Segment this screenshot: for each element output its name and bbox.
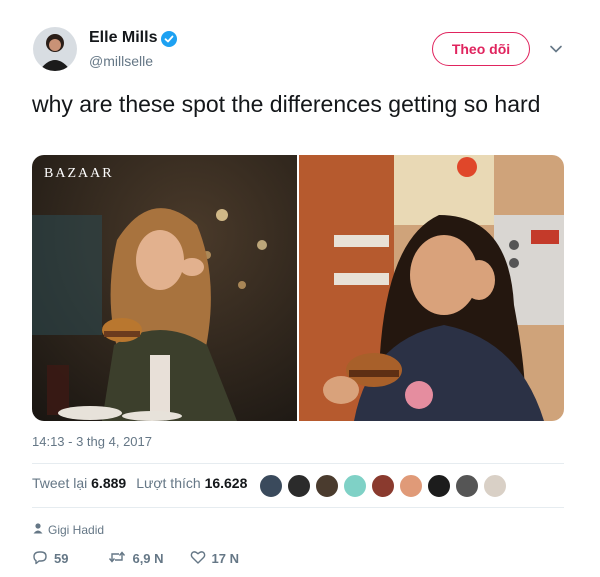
retweets-label: Tweet lại	[32, 475, 88, 491]
retweets-count: 6.889	[91, 475, 127, 491]
follow-button[interactable]: Theo dõi	[432, 32, 530, 66]
tweet-stats: Tweet lại 6.889 Lượt thích 16.628	[32, 475, 247, 491]
author-name[interactable]: Elle Mills	[89, 29, 157, 47]
person-icon	[32, 522, 44, 537]
tweet-timestamp[interactable]: 14:13 - 3 thg 4, 2017	[32, 434, 152, 449]
photo-watermark: BAZAAR	[44, 166, 114, 181]
tweet-photo-right[interactable]	[299, 155, 564, 421]
like-count: 17 N	[211, 551, 240, 566]
retweet-count: 6,9 N	[132, 551, 164, 566]
tweet-text: why are these spot the differences getti…	[32, 91, 541, 117]
divider	[32, 507, 564, 508]
tagged-person-name: Gigi Hadid	[48, 522, 105, 537]
heart-icon	[190, 549, 206, 568]
liker-avatar[interactable]	[455, 474, 479, 498]
verified-icon	[161, 31, 177, 47]
liker-avatar[interactable]	[343, 474, 367, 498]
reply-icon	[32, 549, 48, 568]
tweet-photo-left[interactable]: BAZAAR	[32, 155, 297, 421]
liker-avatar[interactable]	[315, 474, 339, 498]
liker-avatar[interactable]	[287, 474, 311, 498]
likes-count: 16.628	[204, 475, 248, 491]
retweet-icon	[108, 549, 126, 568]
divider	[32, 463, 564, 464]
retweets-stat[interactable]: Tweet lại 6.889	[32, 475, 126, 491]
liker-avatar[interactable]	[371, 474, 395, 498]
likers-avatars	[259, 474, 507, 498]
liker-avatar[interactable]	[259, 474, 283, 498]
reply-count: 59	[54, 551, 69, 566]
likes-stat[interactable]: Lượt thích 16.628	[136, 475, 247, 491]
chevron-down-icon[interactable]	[549, 42, 563, 56]
liker-avatar[interactable]	[427, 474, 451, 498]
liker-avatar[interactable]	[399, 474, 423, 498]
tweet-actions: 59 6,9 N 17 N	[32, 549, 265, 568]
liker-avatar[interactable]	[483, 474, 507, 498]
reply-button[interactable]: 59	[32, 549, 68, 568]
likes-label: Lượt thích	[136, 475, 201, 491]
avatar[interactable]	[33, 27, 77, 71]
tagged-person[interactable]: Gigi Hadid	[32, 522, 104, 537]
like-button[interactable]: 17 N	[190, 549, 239, 568]
retweet-button[interactable]: 6,9 N	[108, 549, 164, 568]
author-handle[interactable]: @millselle	[89, 53, 153, 69]
